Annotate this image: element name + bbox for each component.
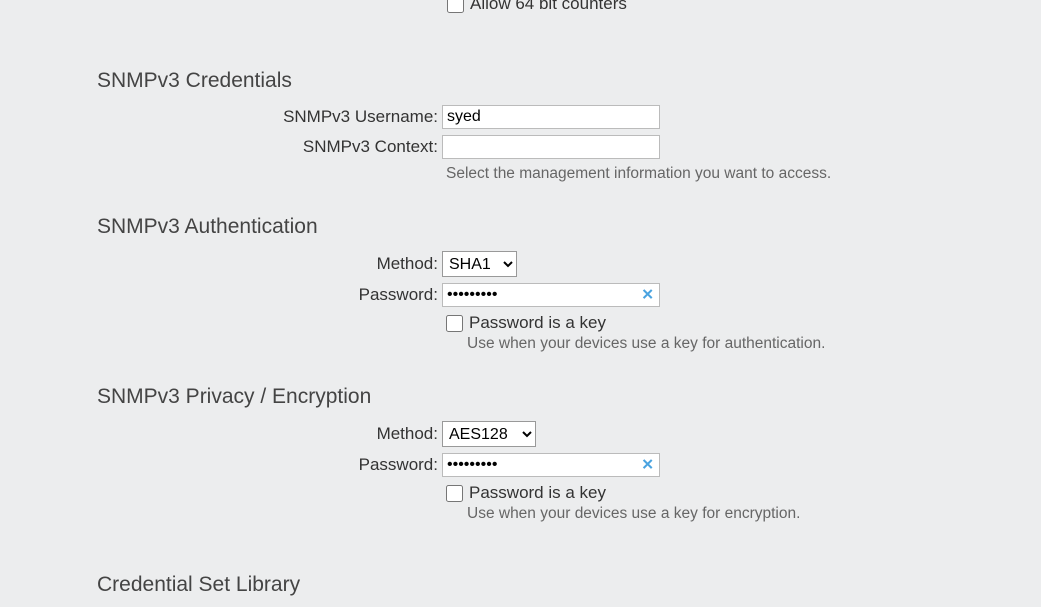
username-label: SNMPv3 Username: (97, 107, 442, 127)
auth-password-input[interactable] (442, 283, 660, 307)
auth-method-label: Method: (97, 254, 442, 274)
context-help: Select the management information you wa… (446, 165, 1041, 183)
context-label: SNMPv3 Context: (97, 137, 442, 157)
auth-password-label: Password: (97, 285, 442, 305)
privacy-is-key-label: Password is a key (469, 483, 606, 503)
context-input[interactable] (442, 135, 660, 159)
auth-method-select[interactable]: SHA1 (442, 251, 517, 277)
username-input[interactable] (442, 105, 660, 129)
library-heading: Credential Set Library (97, 573, 1041, 597)
allow-64bit-row: Allow 64 bit counters (447, 0, 1041, 14)
privacy-method-select[interactable]: AES128 (442, 421, 536, 447)
privacy-is-key-checkbox[interactable] (446, 485, 463, 502)
privacy-method-label: Method: (97, 424, 442, 444)
auth-is-key-help: Use when your devices use a key for auth… (467, 335, 1041, 353)
allow-64bit-checkbox[interactable] (447, 0, 464, 13)
privacy-is-key-help: Use when your devices use a key for encr… (467, 505, 1041, 523)
clear-icon[interactable]: ✕ (641, 458, 654, 473)
credentials-heading: SNMPv3 Credentials (97, 69, 1041, 93)
auth-heading: SNMPv3 Authentication (97, 215, 1041, 239)
privacy-heading: SNMPv3 Privacy / Encryption (97, 385, 1041, 409)
privacy-password-input[interactable] (442, 453, 660, 477)
auth-is-key-checkbox[interactable] (446, 315, 463, 332)
privacy-password-label: Password: (97, 455, 442, 475)
allow-64bit-label: Allow 64 bit counters (470, 0, 627, 14)
auth-is-key-label: Password is a key (469, 313, 606, 333)
clear-icon[interactable]: ✕ (641, 288, 654, 303)
